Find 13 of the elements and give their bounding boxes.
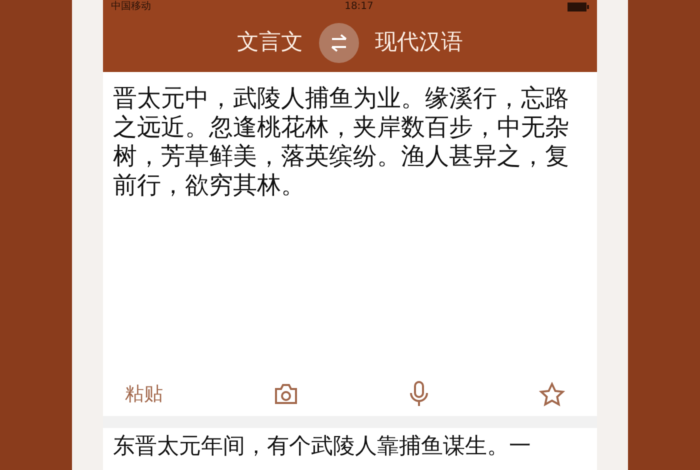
camera-icon[interactable] bbox=[274, 383, 298, 405]
translation-text: 东晋太元年间，有个武陵人靠捕鱼谋生。一 bbox=[113, 434, 532, 460]
battery-icon bbox=[566, 2, 589, 12]
target-language-tab[interactable]: 现代汉语 bbox=[375, 26, 463, 59]
carrier-name: 中国移动 bbox=[111, 0, 151, 12]
swap-button[interactable] bbox=[319, 22, 359, 62]
clock-time: 18:17 bbox=[344, 0, 374, 12]
microphone-icon[interactable] bbox=[410, 381, 428, 407]
source-language-tab[interactable]: 文言文 bbox=[237, 26, 303, 59]
source-text[interactable]: 晋太元中，武陵人捕鱼为业。缘溪行，忘路之远近。忽逢桃花林，夹岸数百步，中无杂树，芳草鲜美，落英缤纷。渔人甚异之，复前行，欲穷其林。 bbox=[113, 84, 587, 200]
star-icon[interactable] bbox=[538, 382, 565, 406]
swap-arrows-icon bbox=[329, 34, 349, 52]
paste-button[interactable]: 粘贴 bbox=[125, 380, 163, 408]
